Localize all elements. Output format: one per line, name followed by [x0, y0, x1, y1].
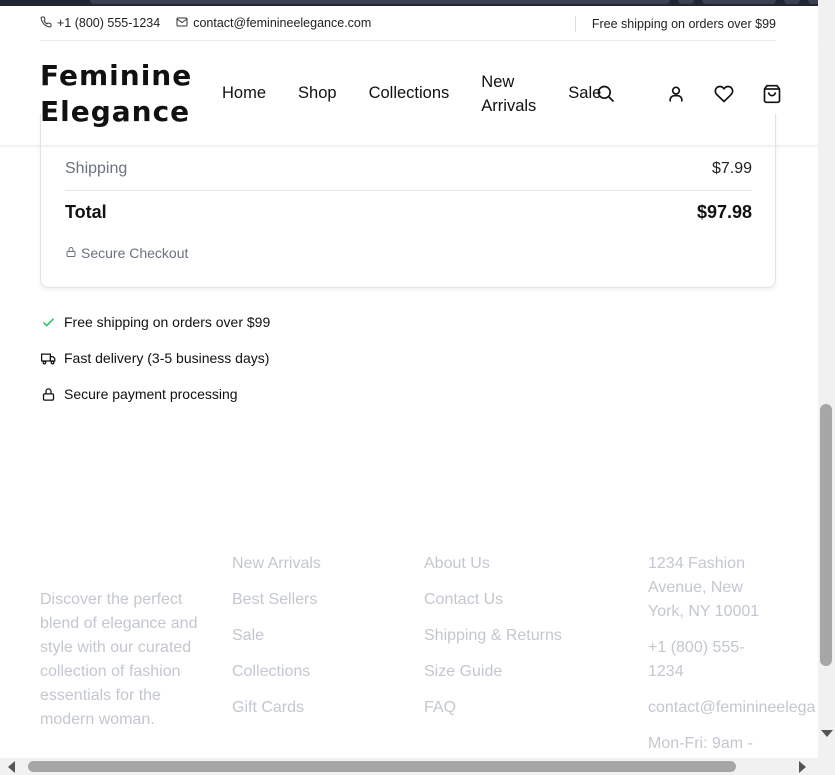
- footer-link[interactable]: New Arrivals: [232, 552, 321, 576]
- secure-checkout-label: Secure Checkout: [81, 245, 189, 261]
- scroll-right-arrow-icon[interactable]: [799, 761, 806, 773]
- nav-shop[interactable]: Shop: [298, 84, 337, 103]
- cart-icon[interactable]: [761, 83, 783, 105]
- benefit-text: Secure payment processing: [64, 386, 238, 402]
- footer-help-links: About Us Contact Us Shipping & Returns S…: [424, 552, 562, 732]
- phone-icon: [40, 15, 52, 31]
- order-summary-card: Shipping $7.99 Total $97.98 Secure Check…: [40, 114, 776, 288]
- footer-link[interactable]: FAQ: [424, 696, 562, 720]
- footer-about: Discover the perfect blend of elegance a…: [40, 591, 198, 728]
- footer-link[interactable]: Sale: [232, 624, 321, 648]
- nav-home[interactable]: Home: [222, 84, 266, 103]
- total-label: Total: [65, 202, 107, 222]
- browser-button-edge: [702, 0, 776, 4]
- footer-phone[interactable]: +1 (800) 555-1234: [648, 636, 758, 684]
- shipping-value: $7.99: [711, 160, 752, 177]
- footer-link[interactable]: Collections: [232, 660, 321, 684]
- scroll-down-arrow-icon[interactable]: [821, 730, 833, 737]
- shipping-label: Shipping: [65, 160, 128, 177]
- vertical-scrollbar[interactable]: [818, 0, 835, 758]
- logo-line-1: Feminine: [40, 59, 193, 92]
- lock-icon: [65, 245, 77, 261]
- footer-contact: 1234 Fashion Avenue, New York, NY 10001 …: [648, 552, 818, 758]
- benefits-list: Free shipping on orders over $99 Fast de…: [40, 312, 270, 420]
- nav-collections[interactable]: Collections: [369, 84, 450, 103]
- scroll-left-arrow-icon[interactable]: [8, 761, 15, 773]
- truck-icon: [40, 350, 56, 366]
- user-icon[interactable]: [665, 83, 687, 105]
- top-info-bar: +1 (800) 555-1234 contact@feminineelegan…: [40, 6, 776, 41]
- topbar-email-text: contact@feminineelegance.com: [193, 16, 372, 30]
- footer-email[interactable]: contact@feminineelega: [648, 696, 818, 720]
- topbar-email[interactable]: contact@feminineelegance.com: [176, 16, 371, 31]
- total-value: $97.98: [696, 202, 752, 222]
- topbar-phone[interactable]: +1 (800) 555-1234: [40, 15, 161, 31]
- lock-icon: [40, 386, 56, 402]
- secure-checkout-note: Secure Checkout: [65, 245, 188, 261]
- page-viewport: +1 (800) 555-1234 contact@feminineelegan…: [0, 6, 818, 758]
- summary-divider: [65, 190, 752, 191]
- horizontal-scrollbar[interactable]: [0, 758, 818, 775]
- footer-link[interactable]: Contact Us: [424, 588, 562, 612]
- topbar-phone-text: +1 (800) 555-1234: [57, 16, 161, 30]
- mail-icon: [176, 16, 188, 31]
- search-icon[interactable]: [595, 83, 617, 105]
- benefit-item: Free shipping on orders over $99: [40, 312, 270, 332]
- benefit-text: Free shipping on orders over $99: [64, 314, 271, 330]
- benefit-text: Fast delivery (3-5 business days): [64, 350, 270, 366]
- nav-new-arrivals-line1: New: [481, 72, 515, 91]
- site-footer: Discover the perfect blend of elegance a…: [0, 546, 818, 758]
- heart-icon[interactable]: [713, 83, 735, 105]
- nav-new-arrivals[interactable]: New Arrivals: [481, 70, 536, 118]
- benefit-item: Secure payment processing: [40, 384, 270, 404]
- address-bar-edge: [90, 0, 670, 4]
- topbar-divider: [574, 15, 576, 32]
- footer-link[interactable]: Size Guide: [424, 660, 562, 684]
- footer-shop-links: New Arrivals Best Sellers Sale Collectio…: [232, 552, 321, 732]
- benefit-item: Fast delivery (3-5 business days): [40, 348, 270, 368]
- footer-hours: Mon-Fri: 9am -: [648, 735, 753, 752]
- footer-link[interactable]: Gift Cards: [232, 696, 321, 720]
- topbar-promo: Free shipping on orders over $99: [591, 16, 776, 31]
- horizontal-scroll-thumb[interactable]: [28, 761, 736, 772]
- footer-link[interactable]: About Us: [424, 552, 562, 576]
- footer-address: 1234 Fashion Avenue, New York, NY 10001: [648, 555, 760, 620]
- browser-button-edge: [678, 0, 694, 4]
- browser-button-edge: [784, 0, 800, 4]
- footer-link[interactable]: Shipping & Returns: [424, 624, 562, 648]
- check-icon: [40, 314, 56, 330]
- shipping-row: Shipping $7.99: [65, 160, 752, 178]
- vertical-scroll-thumb[interactable]: [820, 404, 832, 666]
- total-row: Total $97.98: [65, 202, 752, 223]
- footer-link[interactable]: Best Sellers: [232, 588, 321, 612]
- scrollbar-corner: [818, 758, 835, 775]
